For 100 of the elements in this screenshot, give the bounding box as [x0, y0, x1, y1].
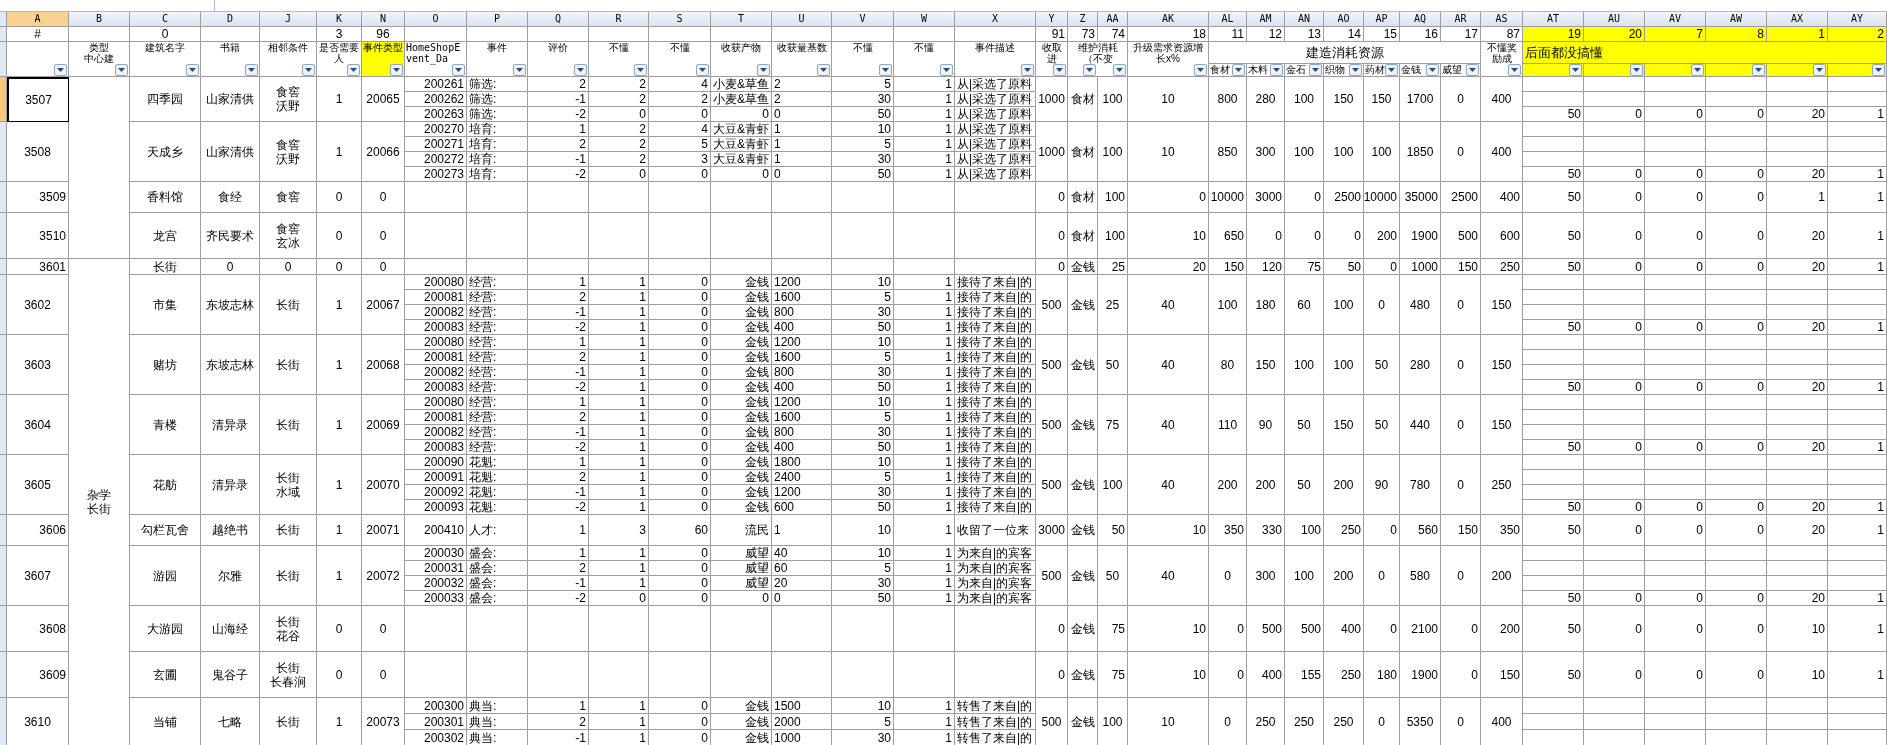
- column-header-letter[interactable]: C: [130, 12, 201, 27]
- column-header-letter[interactable]: AV: [1645, 12, 1706, 27]
- table-cell: 培育:: [467, 167, 528, 182]
- filter-button[interactable]: [757, 64, 770, 76]
- filter-button[interactable]: [1872, 64, 1885, 76]
- column-header-letter[interactable]: AU: [1584, 12, 1645, 27]
- filter-button[interactable]: [1426, 64, 1439, 76]
- column-header-letter[interactable]: V: [832, 12, 894, 27]
- table-cell: 1: [589, 698, 649, 714]
- table-cell: 400: [772, 380, 832, 395]
- table-cell: 2: [528, 561, 589, 576]
- column-header-letter[interactable]: J: [260, 12, 317, 27]
- table-cell: 3607: [7, 546, 69, 606]
- dropdown-arrow-icon: [1875, 68, 1882, 72]
- column-header-letter[interactable]: N: [362, 12, 405, 27]
- column-header-letter[interactable]: D: [201, 12, 260, 27]
- filter-button[interactable]: [574, 64, 587, 76]
- filter-button[interactable]: [115, 64, 128, 76]
- table-cell: 接待了来自|的: [955, 500, 1036, 515]
- filter-button[interactable]: [817, 64, 830, 76]
- table-cell: 200080: [405, 335, 467, 350]
- filter-button[interactable]: [347, 64, 360, 76]
- filter-button[interactable]: [1053, 64, 1066, 76]
- column-header-letter[interactable]: AN: [1285, 12, 1324, 27]
- filter-button[interactable]: [1113, 64, 1126, 76]
- filter-button[interactable]: [634, 64, 647, 76]
- filter-button[interactable]: [452, 64, 465, 76]
- table-cell: 0: [1209, 652, 1247, 698]
- column-header-letter[interactable]: U: [772, 12, 832, 27]
- filter-button[interactable]: [1309, 64, 1322, 76]
- table-cell: 经营:: [467, 275, 528, 290]
- table-cell: 金钱: [711, 714, 772, 730]
- table-cell: 100: [1364, 122, 1400, 182]
- column-header-letter[interactable]: AQ: [1400, 12, 1441, 27]
- column-header-letter[interactable]: AS: [1481, 12, 1523, 27]
- column-header-letter[interactable]: R: [589, 12, 649, 27]
- filter-button[interactable]: [245, 64, 258, 76]
- column-header-letter[interactable]: P: [467, 12, 528, 27]
- column-header: 相邻条件: [267, 42, 309, 53]
- table-cell: 20071: [362, 515, 405, 546]
- column-header-letter[interactable]: AP: [1364, 12, 1400, 27]
- column-header-letter[interactable]: X: [955, 12, 1036, 27]
- filter-button[interactable]: [1691, 64, 1704, 76]
- table-cell: 金钱: [1068, 275, 1098, 335]
- filter-button[interactable]: [1630, 64, 1643, 76]
- column-header-letter[interactable]: AK: [1128, 12, 1209, 27]
- filter-button[interactable]: [696, 64, 709, 76]
- column-header-letter[interactable]: Y: [1036, 12, 1068, 27]
- column-header-letter[interactable]: B: [69, 12, 130, 27]
- filter-button[interactable]: [1508, 64, 1521, 76]
- filter-button[interactable]: [1270, 64, 1283, 76]
- filter-button[interactable]: [1232, 64, 1245, 76]
- column-header-letter[interactable]: AY: [1828, 12, 1887, 27]
- column-header-letter[interactable]: A: [7, 12, 69, 27]
- table-cell: 0: [1645, 107, 1706, 122]
- filter-button[interactable]: [1752, 64, 1765, 76]
- filter-button[interactable]: [1569, 64, 1582, 76]
- filter-button[interactable]: [1813, 64, 1826, 76]
- table-cell: 0: [1441, 122, 1481, 182]
- filter-button[interactable]: [1466, 64, 1479, 76]
- column-header-letter[interactable]: K: [317, 12, 362, 27]
- column-header-letter[interactable]: T: [711, 12, 772, 27]
- column-header-letter[interactable]: AO: [1324, 12, 1364, 27]
- table-cell: 金钱: [1068, 652, 1098, 698]
- column-header-letter[interactable]: AL: [1209, 12, 1247, 27]
- column-header-letter[interactable]: AW: [1706, 12, 1767, 27]
- filter-button[interactable]: [186, 64, 199, 76]
- filter-button[interactable]: [1385, 64, 1398, 76]
- filter-button[interactable]: [1349, 64, 1362, 76]
- filter-button[interactable]: [1194, 64, 1207, 76]
- filter-button[interactable]: [1083, 64, 1096, 76]
- table-cell: 食材: [1068, 213, 1098, 259]
- filter-button[interactable]: [513, 64, 526, 76]
- column-header-letter[interactable]: O: [405, 12, 467, 27]
- cell-text: 食窖: [276, 137, 300, 152]
- filter-button[interactable]: [879, 64, 892, 76]
- filter-button[interactable]: [54, 64, 67, 76]
- table-cell: 96: [362, 27, 405, 42]
- column-header-letter[interactable]: AM: [1247, 12, 1285, 27]
- table-cell: 10: [1128, 606, 1209, 652]
- table-cell: 转售了来自|的: [955, 730, 1036, 745]
- column-header-letter[interactable]: W: [894, 12, 955, 27]
- table-cell: 50: [1523, 515, 1584, 546]
- table-cell: 12: [1247, 27, 1285, 42]
- table-cell: 0: [649, 365, 711, 380]
- filter-button[interactable]: [1021, 64, 1034, 76]
- column-header-letter[interactable]: AA: [1098, 12, 1128, 27]
- column-header-letter[interactable]: AX: [1767, 12, 1828, 27]
- filter-button[interactable]: [940, 64, 953, 76]
- column-header-letter[interactable]: AR: [1441, 12, 1481, 27]
- dropdown-arrow-icon: [1056, 68, 1063, 72]
- column-header-letter[interactable]: AT: [1523, 12, 1584, 27]
- column-header-letter[interactable]: S: [649, 12, 711, 27]
- table-cell: 1: [528, 515, 589, 546]
- column-header-letter[interactable]: Z: [1068, 12, 1098, 27]
- filter-button[interactable]: [302, 64, 315, 76]
- column-header-letter[interactable]: Q: [528, 12, 589, 27]
- filter-button[interactable]: [390, 64, 403, 76]
- table-cell: 500: [1036, 455, 1068, 515]
- table-cell: 1: [589, 350, 649, 365]
